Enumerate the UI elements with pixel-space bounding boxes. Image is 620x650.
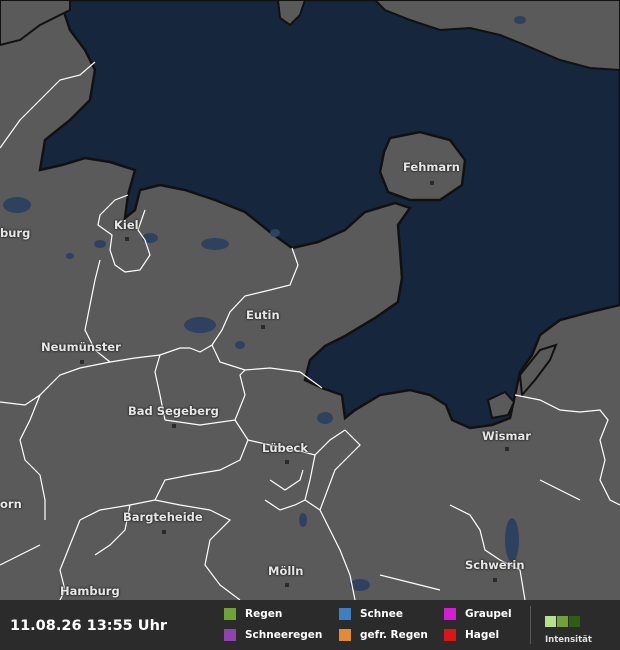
city-label-eutin[interactable]: Eutin bbox=[246, 308, 280, 322]
intensity-swatch-low bbox=[545, 616, 556, 627]
intensity-swatches bbox=[545, 612, 605, 631]
city-label-neumuenster[interactable]: Neumünster bbox=[41, 340, 121, 354]
legend-swatch-schneeregen bbox=[224, 629, 236, 641]
legend-label-gefr-regen: gefr. Regen bbox=[360, 629, 428, 641]
city-label-moelln[interactable]: Mölln bbox=[268, 564, 303, 578]
weather-radar-map[interactable]: Fehmarn Kiel Eutin Neumünster Bad Segebe… bbox=[0, 0, 620, 650]
legend-bar: 11.08.26 13:55 Uhr Regen Schnee Graupel … bbox=[0, 600, 620, 650]
intensity-swatch-mid bbox=[557, 616, 568, 627]
legend-swatch-graupel bbox=[444, 608, 456, 620]
legend-label-schnee: Schnee bbox=[360, 608, 403, 620]
city-label-hamburg[interactable]: Hamburg bbox=[60, 584, 120, 598]
legend-label-hagel: Hagel bbox=[465, 629, 500, 641]
city-dot-neumuenster bbox=[80, 360, 84, 364]
legend-item-schnee[interactable]: Schnee bbox=[339, 607, 403, 621]
city-dot-kiel bbox=[125, 237, 129, 241]
city-dot-schwerin bbox=[493, 578, 497, 582]
radar-timestamp: 11.08.26 13:55 Uhr bbox=[10, 618, 168, 634]
map-canvas[interactable] bbox=[0, 0, 620, 600]
city-label-bargteheide[interactable]: Bargteheide bbox=[123, 510, 203, 524]
legend-swatch-hagel bbox=[444, 629, 456, 641]
legend-label-regen: Regen bbox=[245, 608, 283, 620]
city-label-kiel[interactable]: Kiel bbox=[114, 218, 139, 232]
intensity-scale: Intensität bbox=[545, 612, 605, 645]
city-dot-wismar bbox=[505, 447, 509, 451]
intensity-label: Intensität bbox=[545, 635, 592, 645]
legend-item-graupel[interactable]: Graupel bbox=[444, 607, 512, 621]
city-label-wismar[interactable]: Wismar bbox=[482, 429, 531, 443]
legend-item-regen[interactable]: Regen bbox=[224, 607, 282, 621]
legend-item-gefr-regen[interactable]: gefr. Regen bbox=[339, 628, 428, 642]
city-label-luebeck[interactable]: Lübeck bbox=[262, 441, 308, 455]
city-label-elmshorn-partial[interactable]: orn bbox=[0, 497, 22, 511]
legend-swatch-regen bbox=[224, 608, 236, 620]
city-label-fehmarn[interactable]: Fehmarn bbox=[403, 160, 460, 174]
intensity-swatch-high bbox=[569, 616, 580, 627]
city-dot-moelln bbox=[285, 583, 289, 587]
legend-label-schneeregen: Schneeregen bbox=[245, 629, 323, 641]
city-dot-bad-segeberg bbox=[172, 424, 176, 428]
legend-item-schneeregen[interactable]: Schneeregen bbox=[224, 628, 322, 642]
city-label-bad-segeberg[interactable]: Bad Segeberg bbox=[128, 404, 219, 418]
city-label-rendsburg-partial[interactable]: burg bbox=[0, 226, 30, 240]
legend-swatch-schnee bbox=[339, 608, 351, 620]
city-dot-luebeck bbox=[285, 460, 289, 464]
legend-item-hagel[interactable]: Hagel bbox=[444, 628, 499, 642]
legend-label-graupel: Graupel bbox=[465, 608, 512, 620]
city-dot-eutin bbox=[261, 325, 265, 329]
city-dot-bargteheide bbox=[162, 530, 166, 534]
city-label-schwerin[interactable]: Schwerin bbox=[465, 558, 525, 572]
legend-divider bbox=[530, 606, 531, 644]
legend-swatch-gefr-regen bbox=[339, 629, 351, 641]
city-dot-fehmarn bbox=[430, 181, 434, 185]
